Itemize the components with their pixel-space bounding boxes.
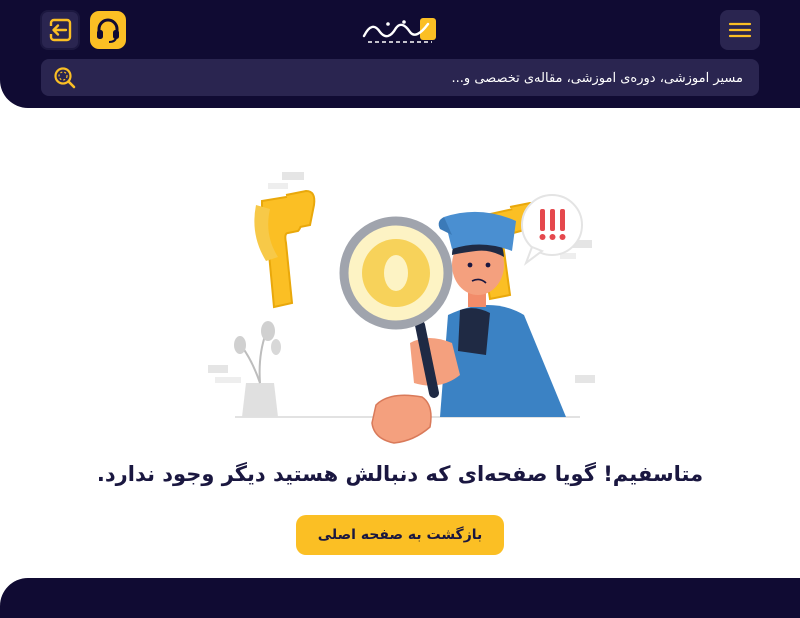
back-to-home-button[interactable]: بازگشت به صفحه اصلی xyxy=(296,515,504,555)
login-button[interactable] xyxy=(40,10,80,50)
404-illustration xyxy=(208,172,595,444)
site-logo[interactable] xyxy=(358,12,442,50)
vase-graphic xyxy=(234,321,281,417)
support-button[interactable] xyxy=(90,11,126,49)
hamburger-menu-icon xyxy=(728,22,752,38)
search-icon[interactable] xyxy=(52,65,76,89)
headset-icon xyxy=(97,18,119,43)
login-icon xyxy=(49,18,72,42)
alert-bubble xyxy=(521,194,583,266)
site-header xyxy=(0,0,800,108)
search-input[interactable] xyxy=(123,59,745,98)
magnifier-graphic xyxy=(339,216,453,398)
search-bar xyxy=(41,59,759,98)
menu-button[interactable] xyxy=(720,10,760,50)
site-footer xyxy=(0,578,800,618)
error-message: متاسفیم! گویا صفحه‌ای که دنبالش هستید دی… xyxy=(96,462,704,486)
